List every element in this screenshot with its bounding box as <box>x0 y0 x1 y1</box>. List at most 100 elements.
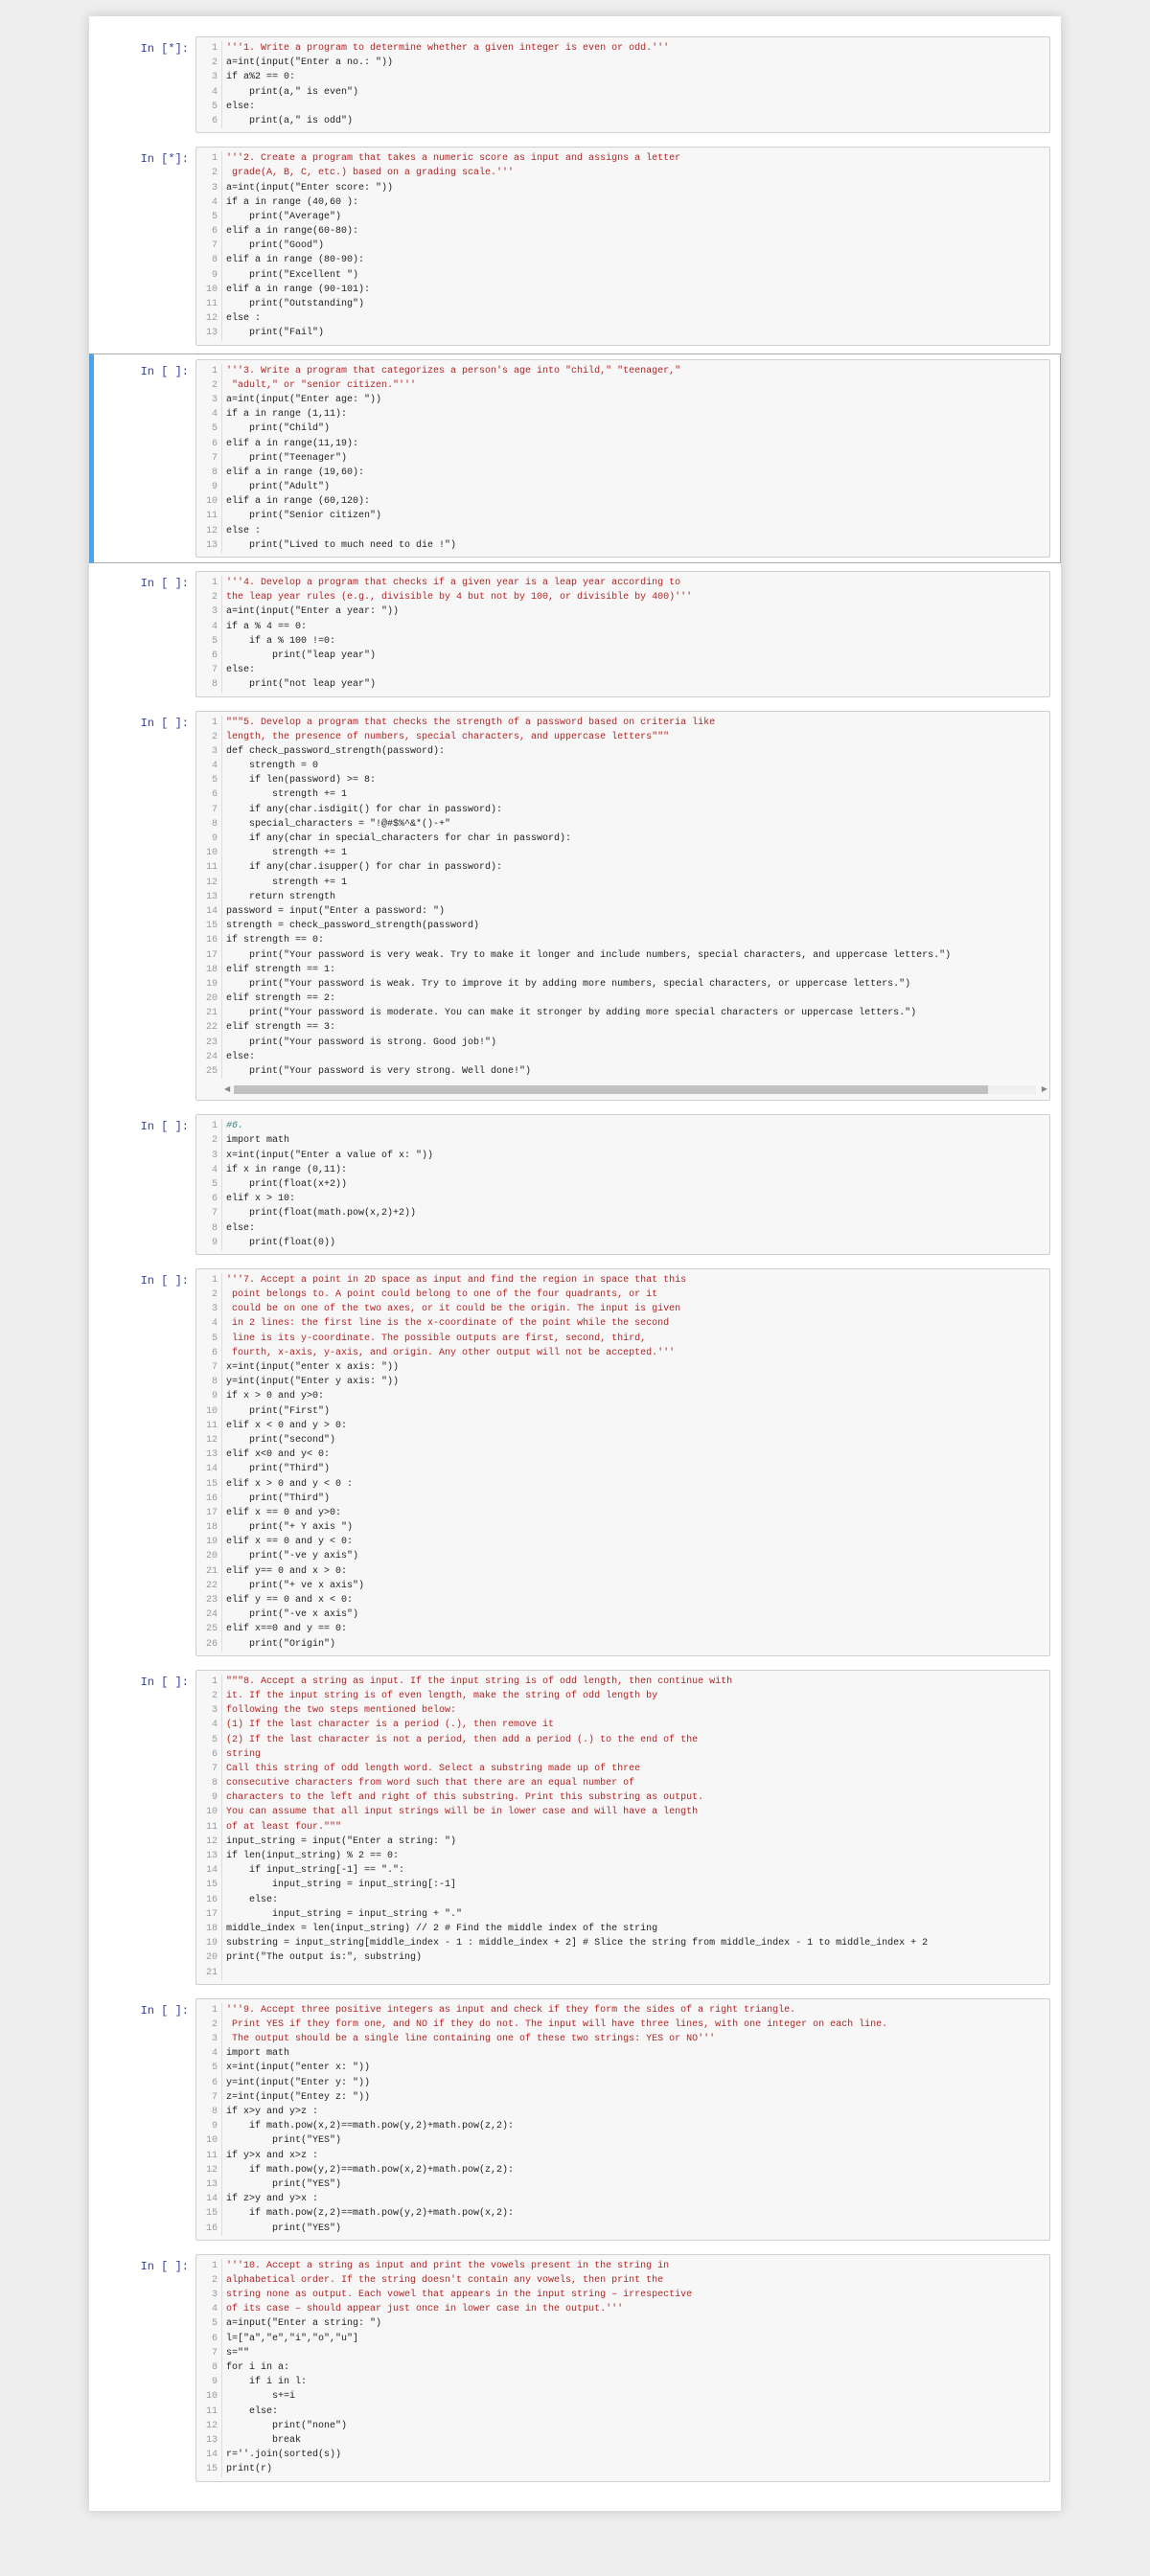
horizontal-scrollbar[interactable]: ◀ ▶ <box>222 1083 1049 1096</box>
code-text: x=int(input("enter x axis: ")) <box>226 1362 400 1373</box>
code-cell-4[interactable]: In [ ]: 1 '''4. Develop a program that ch… <box>89 565 1061 703</box>
line-number: 4 <box>196 759 222 774</box>
scrollbar-thumb[interactable] <box>234 1085 988 1095</box>
code-text: print("Your password is strong. Good job… <box>226 1037 497 1048</box>
code-line: 8 if x>y and y>z : <box>196 2105 1049 2120</box>
code-text: print("+ Y axis ") <box>226 1522 354 1534</box>
line-number: 9 <box>196 480 222 495</box>
code-text: a=int(input("Enter score: ")) <box>226 182 394 194</box>
line-number: 7 <box>196 450 222 466</box>
code-line: 5 print("Average") <box>196 209 1049 225</box>
code-line: 15 input_string = input_string[:-1] <box>196 1878 1049 1893</box>
code-line: 1 '''10. Accept a string as input and pri… <box>196 2258 1049 2273</box>
code-text: input_string = input("Enter a string: ") <box>226 1835 457 1847</box>
code-text: elif a in range(60-80): <box>226 226 359 238</box>
code-text: print(a," is even") <box>226 86 359 98</box>
code-cell-1[interactable]: In [*]: 1 '''1. Write a program to determ… <box>89 31 1061 139</box>
code-editor[interactable]: 1 """8. Accept a string as input. If the … <box>196 1669 1050 1985</box>
code-line: 14 r=''.join(sorted(s)) <box>196 2448 1049 2463</box>
code-text: elif a in range (19,60): <box>226 467 365 478</box>
code-text: print("Child") <box>226 423 331 435</box>
code-text: if y>x and x>z : <box>226 2150 319 2161</box>
cell-prompt: In [ ]: <box>140 1120 189 1134</box>
code-line: 10 print("YES") <box>196 2133 1049 2149</box>
code-text: print("none") <box>226 2420 348 2431</box>
code-cell-10[interactable]: In [ ]: 1 '''10. Accept a string as input… <box>89 2248 1061 2488</box>
line-number: 13 <box>196 537 222 553</box>
line-number: 6 <box>196 113 222 129</box>
scroll-left-arrow-icon[interactable]: ◀ <box>224 1084 230 1093</box>
code-line: 1 '''1. Write a program to determine whet… <box>196 41 1049 57</box>
code-text: else: <box>226 1894 279 1905</box>
code-line: 17 elif x == 0 and y>0: <box>196 1505 1049 1521</box>
code-editor[interactable]: 1 '''2. Create a program that takes a num… <box>196 147 1050 346</box>
code-line: 1 '''3. Write a program that categorizes … <box>196 363 1049 378</box>
code-line: 5 print(float(x+2)) <box>196 1176 1049 1193</box>
code-editor[interactable]: 1 '''7. Accept a point in 2D space as inp… <box>196 1267 1050 1656</box>
line-number: 13 <box>196 1849 222 1864</box>
code-text: characters to the left and right of this… <box>226 1792 704 1804</box>
code-line: 3 if a%2 == 0: <box>196 70 1049 85</box>
line-number: 13 <box>196 889 222 904</box>
code-line: 2 point belongs to. A point could belong… <box>196 1288 1049 1303</box>
line-number: 13 <box>196 326 222 341</box>
code-cell-9[interactable]: In [ ]: 1 '''9. Accept three positive int… <box>89 1993 1061 2246</box>
code-text: string none as output. Each vowel that a… <box>226 2290 693 2301</box>
line-number: 10 <box>196 494 222 510</box>
code-editor[interactable]: 1 '''4. Develop a program that checks if … <box>196 571 1050 697</box>
code-editor[interactable]: 1 '''9. Accept three positive integers as… <box>196 1997 1050 2241</box>
code-text: print("Fail") <box>226 328 325 339</box>
code-editor[interactable]: 1 '''3. Write a program that categorizes … <box>196 358 1050 558</box>
code-line: 23 print("Your password is strong. Good … <box>196 1035 1049 1050</box>
line-number: 5 <box>196 1176 222 1193</box>
code-line: 3 def check_password_strength(password): <box>196 743 1049 760</box>
code-line: 14 print("Third") <box>196 1462 1049 1477</box>
code-editor[interactable]: 1 #6. 2 import math 3 x=int(input("Enter a va… <box>196 1114 1050 1255</box>
code-text: #6. <box>226 1121 244 1132</box>
code-line: 14 password = input("Enter a password: ") <box>196 903 1049 920</box>
code-text: grade(A, B, C, etc.) based on a grading … <box>226 168 515 179</box>
code-cell-6[interactable]: In [ ]: 1 #6. 2 import math 3 x=int(input("En… <box>89 1108 1061 1261</box>
code-cell-2[interactable]: In [*]: 1 '''2. Create a program that tak… <box>89 141 1061 351</box>
line-number: 4 <box>196 194 222 210</box>
code-text: '''4. Develop a program that checks if a… <box>226 578 681 588</box>
code-line: 2 a=int(input("Enter a no.: ")) <box>196 56 1049 71</box>
code-line: 3 string none as output. Each vowel that … <box>196 2288 1049 2303</box>
code-line: 4 of its case – should appear just once i… <box>196 2302 1049 2317</box>
line-number: 8 <box>196 253 222 268</box>
line-number: 6 <box>196 436 222 451</box>
code-text: s+=i <box>226 2391 296 2403</box>
code-line: 4 strength = 0 <box>196 759 1049 774</box>
code-line: 16 if strength == 0: <box>196 933 1049 948</box>
code-cell-3[interactable]: In [ ]: 1 '''3. Write a program that cate… <box>89 353 1061 563</box>
notebook-container: In [*]: 1 '''1. Write a program to determ… <box>89 16 1061 2511</box>
line-number: 8 <box>196 1375 222 1390</box>
line-number: 17 <box>196 1505 222 1521</box>
code-text: '''3. Write a program that categorizes a… <box>226 365 681 376</box>
code-text: strength += 1 <box>226 789 348 801</box>
code-line: 12 if math.pow(y,2)==math.pow(x,2)+math.… <box>196 2162 1049 2177</box>
scrollbar-track[interactable] <box>234 1085 1036 1095</box>
code-text: print("Average") <box>226 211 342 222</box>
code-cell-5[interactable]: In [ ]: 1 """5. Develop a program that ch… <box>89 705 1061 1107</box>
code-editor[interactable]: 1 '''1. Write a program to determine whet… <box>196 36 1050 134</box>
code-line: 5 line is its y-coordinate. The possible… <box>196 1331 1049 1346</box>
line-number: 3 <box>196 2288 222 2303</box>
code-line: 6 elif a in range(11,19): <box>196 436 1049 451</box>
code-cell-7[interactable]: In [ ]: 1 '''7. Accept a point in 2D spac… <box>89 1263 1061 1662</box>
code-line: 5 else: <box>196 99 1049 114</box>
code-editor[interactable]: 1 '''10. Accept a string as input and pri… <box>196 2253 1050 2482</box>
code-editor[interactable]: 1 """5. Develop a program that checks the… <box>196 710 1050 1102</box>
code-text: """5. Develop a program that checks the … <box>226 717 716 728</box>
code-line: 5 if len(password) >= 8: <box>196 773 1049 788</box>
code-line: 20 print("-ve y axis") <box>196 1549 1049 1564</box>
scroll-right-arrow-icon[interactable]: ▶ <box>1042 1084 1047 1093</box>
line-number: 12 <box>196 2418 222 2433</box>
line-number: 9 <box>196 2119 222 2134</box>
line-number: 6 <box>196 2331 222 2346</box>
line-number: 9 <box>196 1235 222 1250</box>
line-number: 6 <box>196 2075 222 2090</box>
code-cell-8[interactable]: In [ ]: 1 """8. Accept a string as input.… <box>89 1664 1061 1991</box>
code-line: 12 else : <box>196 523 1049 538</box>
code-line: 15 elif x > 0 and y < 0 : <box>196 1476 1049 1492</box>
